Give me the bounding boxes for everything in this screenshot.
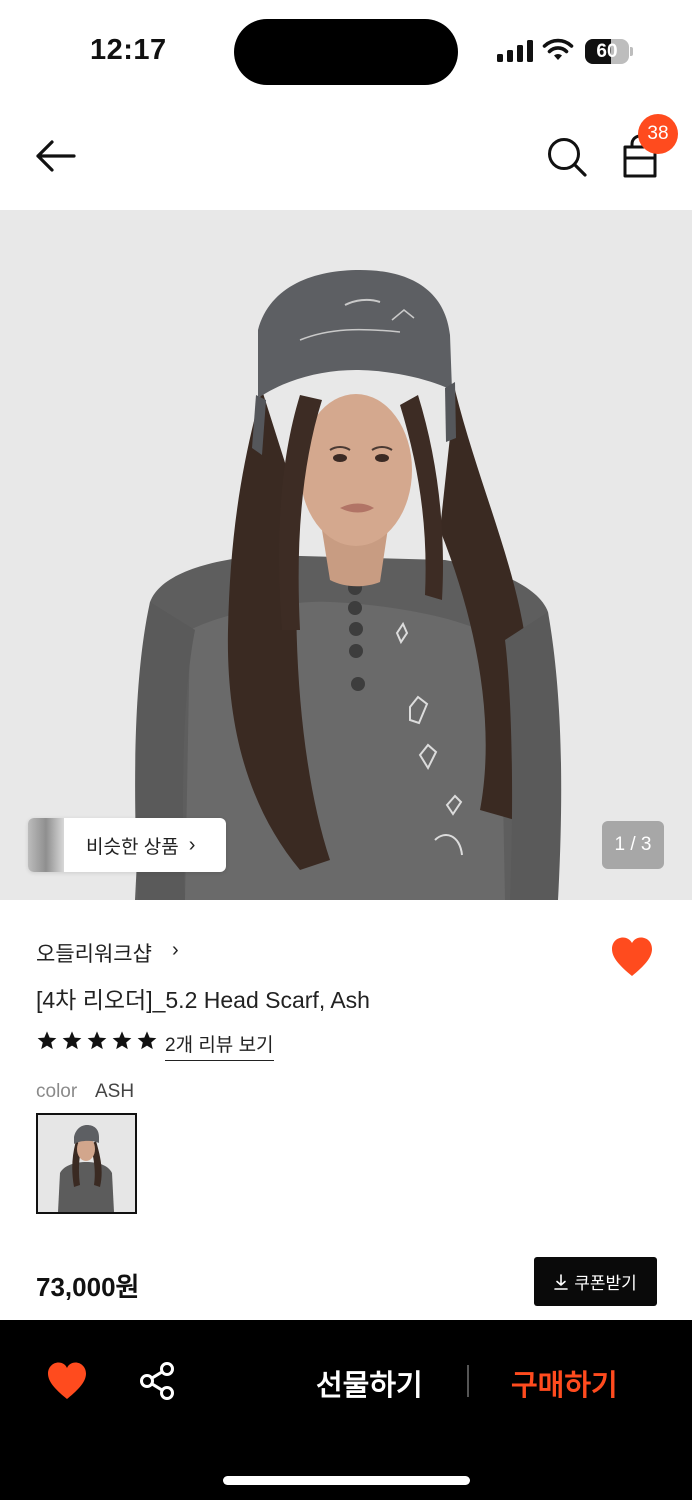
star-icon xyxy=(62,1031,82,1050)
cart-count-badge: 38 xyxy=(638,114,678,154)
swatch-thumbnail xyxy=(38,1115,135,1212)
product-image[interactable] xyxy=(0,210,692,900)
search-icon[interactable] xyxy=(544,134,590,180)
image-counter: 1 / 3 xyxy=(602,821,664,869)
rating-stars xyxy=(36,1030,161,1056)
color-value: ASH xyxy=(95,1081,135,1102)
color-swatch-ash[interactable] xyxy=(36,1113,137,1214)
star-icon xyxy=(112,1031,132,1050)
top-nav xyxy=(0,100,692,210)
chevron-right-icon: › xyxy=(188,833,196,856)
star-icon xyxy=(37,1031,57,1050)
home-indicator xyxy=(223,1476,470,1485)
star-icon xyxy=(137,1031,157,1050)
similar-products-button[interactable]: 비슷한 상품 › xyxy=(28,818,226,872)
status-time: 12:17 xyxy=(90,34,167,66)
signal-icon xyxy=(497,40,533,62)
gift-button[interactable]: 선물하기 xyxy=(316,1362,423,1404)
share-icon[interactable] xyxy=(138,1361,176,1401)
dynamic-island xyxy=(234,19,458,85)
star-icon xyxy=(87,1031,107,1050)
chevron-right-icon: › xyxy=(172,939,179,961)
product-price: 73,000원 xyxy=(36,1272,140,1302)
heart-icon[interactable] xyxy=(610,936,654,978)
status-bar: 12:17 60 xyxy=(0,0,692,100)
battery-percent: 60 xyxy=(596,41,618,62)
model-photo xyxy=(0,210,692,900)
coupon-button[interactable]: 쿠폰받기 xyxy=(534,1257,657,1306)
wifi-icon xyxy=(542,38,574,60)
product-title: [4차 리오더]_5.2 Head Scarf, Ash xyxy=(36,987,370,1013)
brand-link[interactable]: 오들리워크샵 xyxy=(36,938,152,968)
buy-button[interactable]: 구매하기 xyxy=(511,1362,618,1404)
similar-thumbnail xyxy=(28,818,64,872)
coupon-label: 쿠폰받기 xyxy=(574,1274,637,1293)
review-link[interactable]: 2개 리뷰 보기 xyxy=(165,1030,274,1061)
back-arrow-icon[interactable] xyxy=(30,133,82,179)
heart-icon[interactable] xyxy=(46,1361,88,1401)
battery-icon: 60 xyxy=(585,39,633,64)
bottom-action-bar: 선물하기 구매하기 xyxy=(0,1320,692,1500)
similar-products-label: 비슷한 상품 xyxy=(86,836,179,858)
divider xyxy=(467,1365,469,1397)
color-key-label: color xyxy=(36,1081,78,1102)
download-icon xyxy=(554,1273,569,1290)
